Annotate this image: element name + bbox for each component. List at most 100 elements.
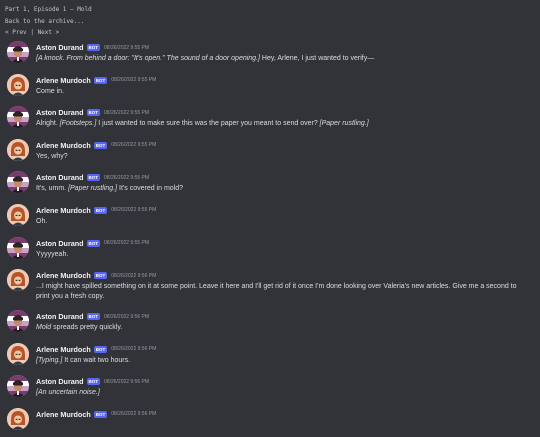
message-text: ...I might have spilled something on it … xyxy=(36,283,517,300)
bot-badge: BOT xyxy=(93,410,108,418)
author-name[interactable]: Arlene Murdoch xyxy=(36,271,91,280)
arlene-avatar[interactable] xyxy=(7,204,29,226)
message-header: Aston Durand BOT 08/26/2022 9:55 PM xyxy=(36,37,540,53)
aston-avatar[interactable] xyxy=(7,375,29,397)
bot-badge: BOT xyxy=(86,174,101,182)
bot-badge: BOT xyxy=(86,239,101,247)
bot-badge: BOT xyxy=(93,76,108,84)
next-link[interactable]: Next > xyxy=(38,29,60,36)
message-text: Oh. xyxy=(36,217,48,225)
stage-direction: [An uncertain noise.] xyxy=(36,389,100,397)
message-content: It's, umm. [Paper rustling.] It's covere… xyxy=(36,184,540,194)
message-header: Aston Durand BOT 08/26/2022 9:55 PM xyxy=(36,233,540,249)
message-item: Aston Durand BOT 08/26/2022 9:56 PM [An unc… xyxy=(0,371,540,404)
message-text: It can wait two hours. xyxy=(62,356,131,364)
stage-direction: [A knock. From behind a door: "It's open… xyxy=(36,55,260,62)
bot-badge: BOT xyxy=(86,378,101,386)
message-content: Come in. xyxy=(36,87,540,97)
back-to-archive-link[interactable]: Back to the archive... xyxy=(5,16,535,28)
message-text: Alright. xyxy=(36,120,60,128)
message-text: spreads pretty quickly. xyxy=(51,324,123,332)
message-header: Arlene Murdoch BOT 08/26/2022 9:56 PM xyxy=(36,265,540,281)
episode-title: Part 1, Episode 1 — Mold xyxy=(5,6,92,13)
message-header: Aston Durand BOT 08/26/2022 9:56 PM xyxy=(36,371,540,387)
message-item: Aston Durand BOT 08/26/2022 9:55 PM Alright… xyxy=(0,102,540,135)
message-item: Arlene Murdoch BOT 08/26/2022 9:55 PM Oh. xyxy=(0,200,540,233)
message-timestamp: 08/26/2022 9:55 PM xyxy=(111,207,157,214)
message-timestamp: 08/26/2022 9:56 PM xyxy=(111,272,157,279)
arlene-avatar[interactable] xyxy=(7,343,29,365)
message-text: Yes, why? xyxy=(36,152,68,160)
aston-avatar[interactable] xyxy=(7,106,29,128)
message-header: Arlene Murdoch BOT 08/26/2022 9:55 PM xyxy=(36,135,540,151)
message-timestamp: 08/26/2022 9:55 PM xyxy=(104,44,150,51)
message-text: It's covered in mold? xyxy=(117,185,184,193)
stage-direction: [Footsteps.] xyxy=(59,120,97,128)
prev-link[interactable]: < Prev xyxy=(5,29,27,36)
aston-avatar[interactable] xyxy=(7,41,29,63)
message-content: Yyyyyeah. xyxy=(36,250,540,260)
message-timestamp: 08/26/2022 9:55 PM xyxy=(104,240,150,247)
message-item: Arlene Murdoch BOT 08/26/2022 9:56 PM xyxy=(0,404,540,437)
author-name[interactable]: Aston Durand xyxy=(36,108,84,117)
message-timestamp: 08/26/2022 9:55 PM xyxy=(111,77,157,84)
author-name[interactable]: Aston Durand xyxy=(36,312,84,321)
message-text: It's, umm. xyxy=(36,185,69,193)
author-name[interactable]: Arlene Murdoch xyxy=(36,345,91,354)
message-text: I just wanted to make sure this was the … xyxy=(96,120,320,128)
author-name[interactable]: Aston Durand xyxy=(36,239,84,248)
message-item: Aston Durand BOT 08/26/2022 9:55 PM Yyyyyea… xyxy=(0,233,540,266)
bot-badge: BOT xyxy=(86,109,101,117)
message-item: Aston Durand BOT 08/26/2022 9:55 PM [A knoc… xyxy=(0,37,540,70)
author-name[interactable]: Arlene Murdoch xyxy=(36,141,91,150)
author-name[interactable]: Aston Durand xyxy=(36,377,84,386)
message-timestamp: 08/26/2022 9:56 PM xyxy=(104,378,150,385)
message-feed: Aston Durand BOT 08/26/2022 9:55 PM [A knoc… xyxy=(0,37,540,437)
message-item: Aston Durand BOT 08/26/2022 9:56 PM Mold sp… xyxy=(0,306,540,339)
message-text: Come in. xyxy=(36,87,65,95)
message-header: Arlene Murdoch BOT 08/26/2022 9:55 PM xyxy=(36,200,540,216)
stage-direction: [Paper rustling.] xyxy=(319,120,369,128)
message-content: ...I might have spilled something on it … xyxy=(36,282,540,301)
message-text: Yyyyyeah. xyxy=(36,250,69,258)
message-content: Mold spreads pretty quickly. xyxy=(36,323,540,333)
message-timestamp: 08/26/2022 9:55 PM xyxy=(111,142,157,149)
arlene-avatar[interactable] xyxy=(7,74,29,96)
arlene-avatar[interactable] xyxy=(7,139,29,161)
message-header: Arlene Murdoch BOT 08/26/2022 9:55 PM xyxy=(36,70,540,86)
message-item: Arlene Murdoch BOT 08/26/2022 9:56 PM [Typi… xyxy=(0,339,540,372)
bot-badge: BOT xyxy=(86,44,101,51)
arlene-avatar[interactable] xyxy=(7,408,29,430)
author-name[interactable]: Arlene Murdoch xyxy=(36,206,91,215)
message-item: Arlene Murdoch BOT 08/26/2022 9:55 PM Come … xyxy=(0,70,540,103)
stage-direction: [Paper rustling.] xyxy=(68,185,118,193)
author-name[interactable]: Arlene Murdoch xyxy=(36,410,91,419)
aston-avatar[interactable] xyxy=(7,237,29,259)
stage-direction: Mold xyxy=(36,324,52,332)
message-item: Arlene Murdoch BOT 08/26/2022 9:56 PM ...I … xyxy=(0,265,540,306)
message-timestamp: 08/26/2022 9:56 PM xyxy=(111,411,157,418)
bot-badge: BOT xyxy=(86,313,101,321)
bot-badge: BOT xyxy=(93,141,108,149)
message-timestamp: 08/26/2022 9:56 PM xyxy=(111,346,157,353)
bot-badge: BOT xyxy=(93,206,108,214)
message-timestamp: 08/26/2022 9:55 PM xyxy=(104,109,150,116)
stage-direction: [Typing.] xyxy=(36,356,63,364)
author-name[interactable]: Aston Durand xyxy=(36,173,84,182)
message-text: Hey, Arlene, I just wanted to verify— xyxy=(259,55,375,62)
message-header: Arlene Murdoch BOT 08/26/2022 9:56 PM xyxy=(36,339,540,355)
message-item: Aston Durand BOT 08/26/2022 9:55 PM It's, u… xyxy=(0,167,540,200)
message-header: Aston Durand BOT 08/26/2022 9:56 PM xyxy=(36,306,540,322)
arlene-avatar[interactable] xyxy=(7,269,29,291)
message-timestamp: 08/26/2022 9:55 PM xyxy=(104,174,150,181)
message-content: Yes, why? xyxy=(36,152,540,162)
message-content: [An uncertain noise.] xyxy=(36,388,540,398)
message-content: Alright. [Footsteps.] I just wanted to m… xyxy=(36,119,540,129)
message-header: Arlene Murdoch BOT 08/26/2022 9:56 PM xyxy=(36,404,540,420)
pagination-separator: | xyxy=(30,29,34,36)
author-name[interactable]: Aston Durand xyxy=(36,43,84,52)
message-content: [Typing.] It can wait two hours. xyxy=(36,356,540,366)
author-name[interactable]: Arlene Murdoch xyxy=(36,76,91,85)
aston-avatar[interactable] xyxy=(7,171,29,193)
aston-avatar[interactable] xyxy=(7,310,29,332)
